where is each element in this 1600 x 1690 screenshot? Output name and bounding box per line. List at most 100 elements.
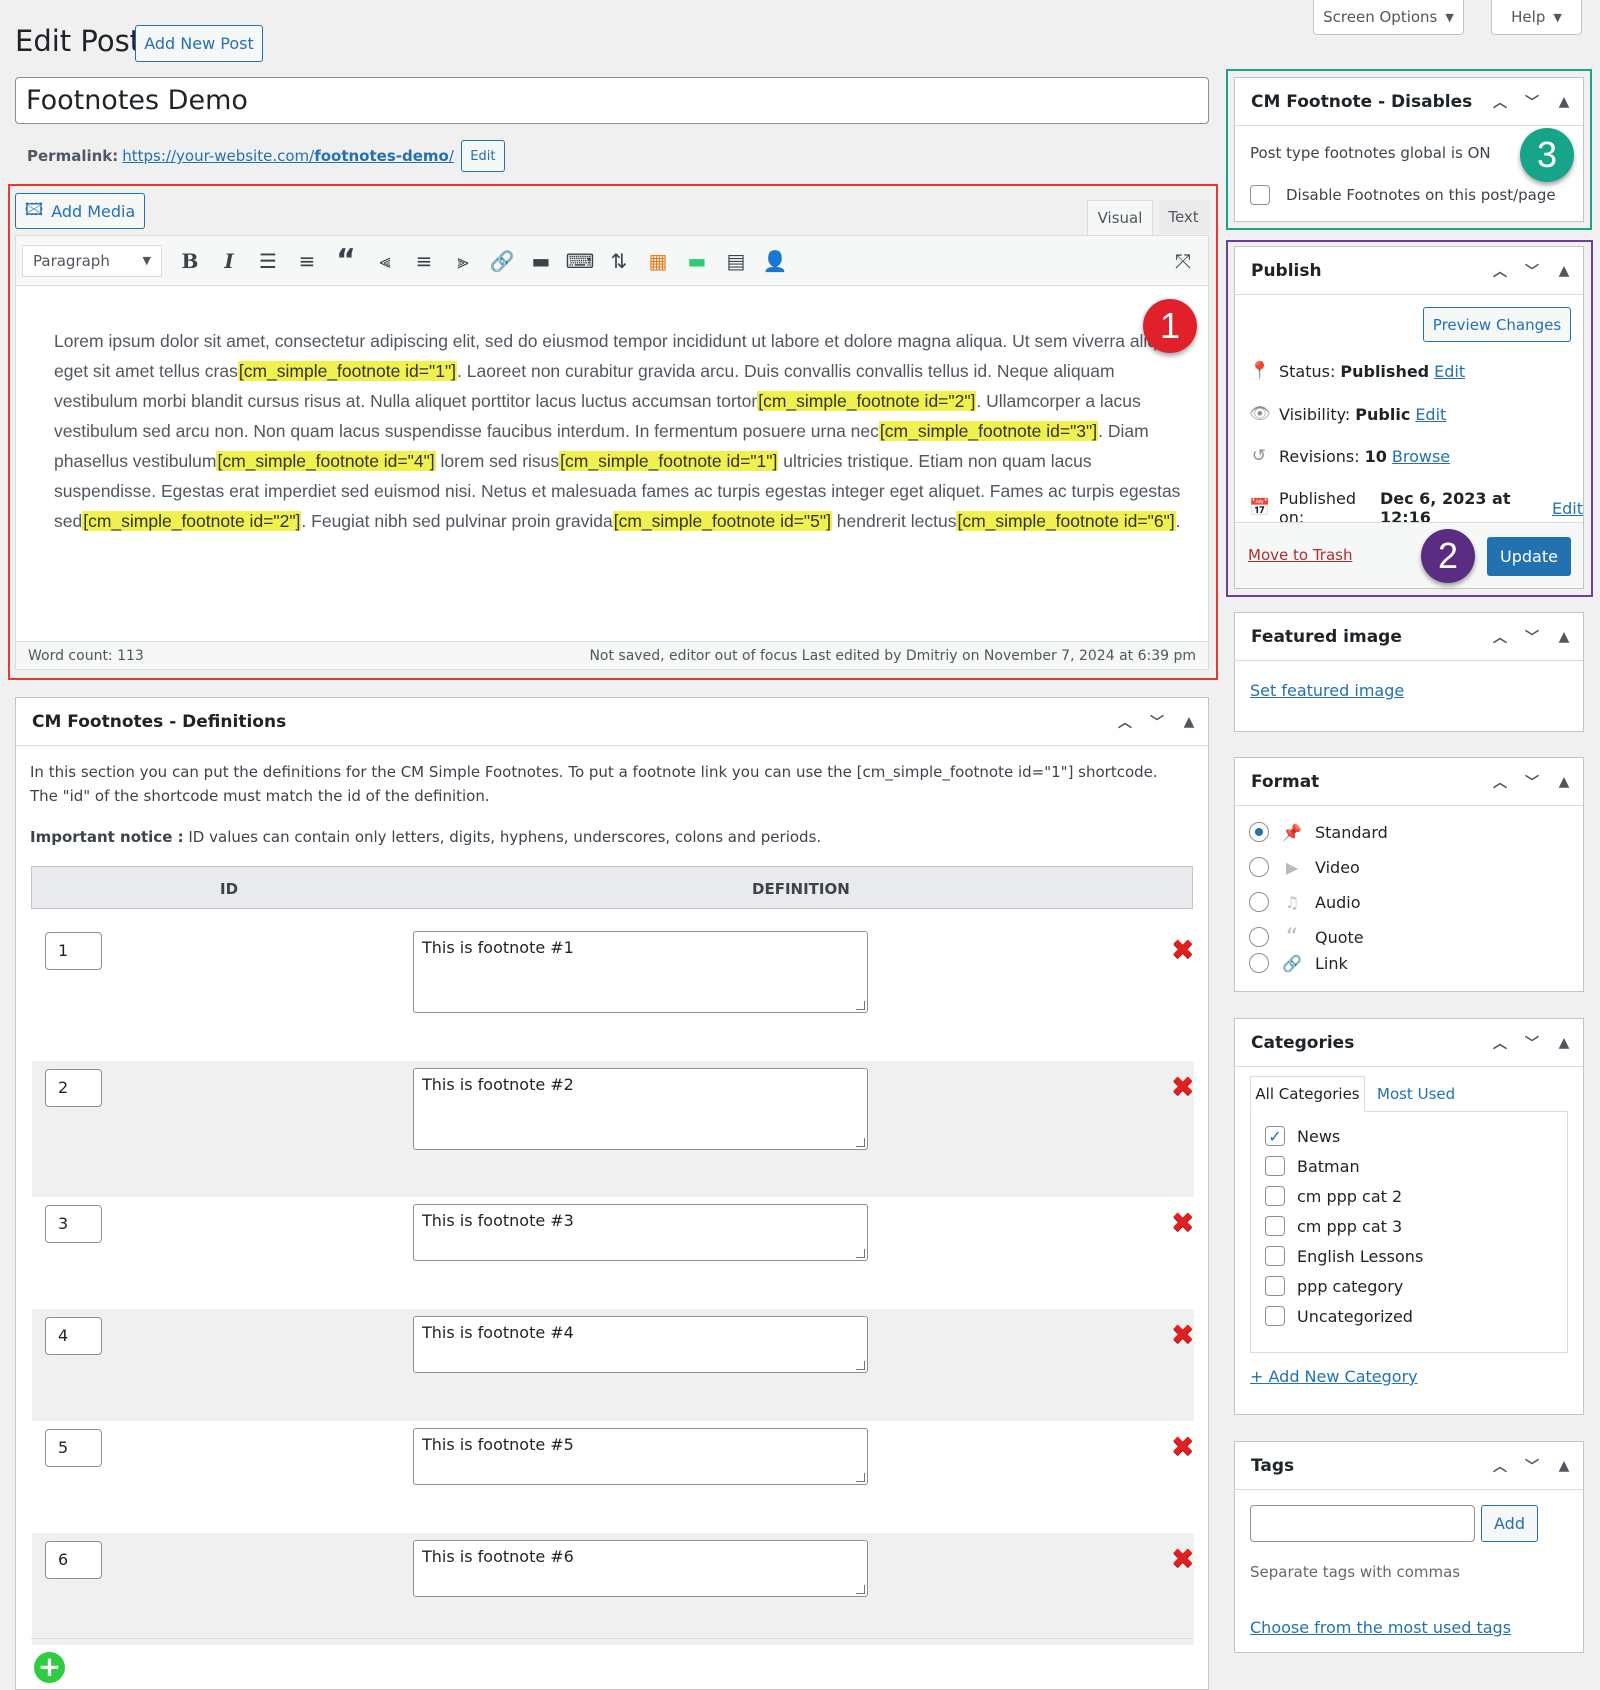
move-down-icon[interactable]: ﹀ bbox=[1519, 627, 1545, 647]
add-definition-icon[interactable]: + bbox=[34, 1652, 65, 1683]
post-title-input[interactable]: Footnotes Demo bbox=[15, 77, 1209, 124]
user-icon[interactable]: 👤 bbox=[758, 244, 792, 278]
category-checkbox[interactable] bbox=[1265, 1276, 1285, 1296]
move-up-icon[interactable]: ︿ bbox=[1487, 627, 1513, 647]
footnote-insert-icon[interactable]: ⇅ bbox=[602, 244, 636, 278]
tab-visual[interactable]: Visual bbox=[1087, 200, 1153, 235]
move-down-icon[interactable]: ﹀ bbox=[1519, 92, 1545, 112]
green-bar-icon[interactable]: ▬ bbox=[680, 244, 714, 278]
add-new-post-button[interactable]: Add New Post bbox=[135, 25, 263, 62]
category-checkbox[interactable] bbox=[1265, 1306, 1285, 1326]
collapse-icon[interactable]: ▲ bbox=[1551, 1458, 1577, 1474]
move-up-icon[interactable]: ︿ bbox=[1112, 712, 1138, 732]
collapse-icon[interactable]: ▲ bbox=[1551, 1035, 1577, 1051]
help-button[interactable]: Help ▼ bbox=[1491, 0, 1582, 35]
delete-definition-icon[interactable]: ✖ bbox=[1171, 1545, 1194, 1573]
move-down-icon[interactable]: ﹀ bbox=[1519, 1033, 1545, 1053]
editor-content[interactable]: Lorem ipsum dolor sit amet, consectetur … bbox=[54, 326, 1194, 536]
bold-icon[interactable]: B bbox=[173, 244, 207, 278]
status-edit-link[interactable]: Edit bbox=[1434, 362, 1465, 381]
definition-id-input[interactable]: 6 bbox=[45, 1541, 102, 1579]
move-down-icon[interactable]: ﹀ bbox=[1519, 261, 1545, 281]
definition-id-input[interactable]: 1 bbox=[45, 932, 102, 970]
preview-changes-button[interactable]: Preview Changes bbox=[1423, 307, 1571, 342]
category-item[interactable]: cm ppp cat 2 bbox=[1265, 1186, 1402, 1206]
table-icon[interactable]: ▤ bbox=[719, 244, 753, 278]
move-down-icon[interactable]: ﹀ bbox=[1519, 772, 1545, 792]
permalink-link[interactable]: https://your-website.com/footnotes-demo/ bbox=[122, 147, 454, 165]
format-option-link[interactable]: 🔗 Link bbox=[1249, 949, 1348, 977]
format-radio[interactable] bbox=[1249, 927, 1269, 947]
format-radio[interactable] bbox=[1249, 892, 1269, 912]
definition-id-input[interactable]: 4 bbox=[45, 1317, 102, 1355]
choose-tags-link[interactable]: Choose from the most used tags bbox=[1250, 1618, 1511, 1637]
category-checkbox[interactable] bbox=[1265, 1186, 1285, 1206]
definition-id-input[interactable]: 5 bbox=[45, 1429, 102, 1467]
italic-icon[interactable]: I bbox=[212, 244, 246, 278]
format-option-quote[interactable]: “Quote bbox=[1249, 923, 1364, 951]
link-icon[interactable]: 🔗 bbox=[485, 244, 519, 278]
align-center-icon[interactable]: ≡ bbox=[407, 244, 441, 278]
definition-textarea[interactable]: This is footnote #1 bbox=[413, 931, 868, 1013]
bullet-list-icon[interactable]: ☰ bbox=[251, 244, 285, 278]
category-checkbox[interactable] bbox=[1265, 1216, 1285, 1236]
collapse-icon[interactable]: ▲ bbox=[1551, 94, 1577, 110]
category-item[interactable]: Batman bbox=[1265, 1156, 1360, 1176]
tab-text[interactable]: Text bbox=[1158, 200, 1209, 234]
move-up-icon[interactable]: ︿ bbox=[1487, 92, 1513, 112]
revisions-browse-link[interactable]: Browse bbox=[1392, 447, 1450, 466]
collapse-icon[interactable]: ▲ bbox=[1176, 714, 1202, 730]
update-button[interactable]: Update bbox=[1487, 537, 1571, 576]
category-checkbox[interactable] bbox=[1265, 1156, 1285, 1176]
definition-id-input[interactable]: 3 bbox=[45, 1205, 102, 1243]
add-new-category-link[interactable]: + Add New Category bbox=[1250, 1367, 1418, 1386]
definition-textarea[interactable]: This is footnote #3 bbox=[413, 1204, 868, 1261]
move-up-icon[interactable]: ︿ bbox=[1487, 1033, 1513, 1053]
definition-textarea[interactable]: This is footnote #2 bbox=[413, 1068, 868, 1150]
visibility-edit-link[interactable]: Edit bbox=[1415, 405, 1446, 424]
move-up-icon[interactable]: ︿ bbox=[1487, 1456, 1513, 1476]
delete-definition-icon[interactable]: ✖ bbox=[1171, 1073, 1194, 1101]
format-option-standard[interactable]: 📌 Standard bbox=[1249, 818, 1388, 846]
disable-footnotes-checkbox[interactable] bbox=[1250, 185, 1270, 205]
tags-input[interactable] bbox=[1250, 1505, 1475, 1542]
format-option-audio[interactable]: ♫ Audio bbox=[1249, 888, 1360, 916]
toolbar-toggle-icon[interactable]: ⌨ bbox=[563, 244, 597, 278]
category-item[interactable]: ✓ News bbox=[1265, 1126, 1340, 1146]
read-more-icon[interactable]: ▬ bbox=[524, 244, 558, 278]
format-radio[interactable] bbox=[1249, 953, 1269, 973]
align-left-icon[interactable]: ⫷ bbox=[368, 244, 402, 278]
category-item[interactable]: cm ppp cat 3 bbox=[1265, 1216, 1402, 1236]
collapse-icon[interactable]: ▲ bbox=[1551, 263, 1577, 279]
set-featured-image-link[interactable]: Set featured image bbox=[1250, 681, 1404, 700]
numbered-list-icon[interactable]: ≡ bbox=[290, 244, 324, 278]
align-right-icon[interactable]: ⫸ bbox=[446, 244, 480, 278]
format-select[interactable]: Paragraph ▼ bbox=[22, 244, 162, 277]
move-up-icon[interactable]: ︿ bbox=[1487, 261, 1513, 281]
tab-all-categories[interactable]: All Categories bbox=[1250, 1076, 1365, 1112]
format-option-video[interactable]: ▶ Video bbox=[1249, 853, 1360, 881]
move-down-icon[interactable]: ﹀ bbox=[1519, 1456, 1545, 1476]
tags-add-button[interactable]: Add bbox=[1481, 1505, 1538, 1542]
format-radio[interactable] bbox=[1249, 822, 1269, 842]
delete-definition-icon[interactable]: ✖ bbox=[1171, 1321, 1194, 1349]
definition-id-input[interactable]: 2 bbox=[45, 1069, 102, 1107]
delete-definition-icon[interactable]: ✖ bbox=[1171, 1433, 1194, 1461]
category-item[interactable]: ppp category bbox=[1265, 1276, 1403, 1296]
screen-options-button[interactable]: Screen Options ▼ bbox=[1313, 0, 1464, 35]
category-item[interactable]: Uncategorized bbox=[1265, 1306, 1413, 1326]
color-grid-icon[interactable]: ▦ bbox=[641, 244, 675, 278]
tab-most-used[interactable]: Most Used bbox=[1377, 1085, 1455, 1103]
move-to-trash-link[interactable]: Move to Trash bbox=[1248, 546, 1352, 564]
delete-definition-icon[interactable]: ✖ bbox=[1171, 936, 1194, 964]
definition-textarea[interactable]: This is footnote #5 bbox=[413, 1428, 868, 1485]
blockquote-icon[interactable]: “ bbox=[329, 243, 363, 278]
definition-textarea[interactable]: This is footnote #6 bbox=[413, 1540, 868, 1597]
format-radio[interactable] bbox=[1249, 857, 1269, 877]
category-item[interactable]: English Lessons bbox=[1265, 1246, 1423, 1266]
move-down-icon[interactable]: ﹀ bbox=[1144, 712, 1170, 732]
category-checkbox[interactable]: ✓ bbox=[1265, 1126, 1285, 1146]
delete-definition-icon[interactable]: ✖ bbox=[1171, 1209, 1194, 1237]
collapse-icon[interactable]: ▲ bbox=[1551, 774, 1577, 790]
collapse-icon[interactable]: ▲ bbox=[1551, 629, 1577, 645]
